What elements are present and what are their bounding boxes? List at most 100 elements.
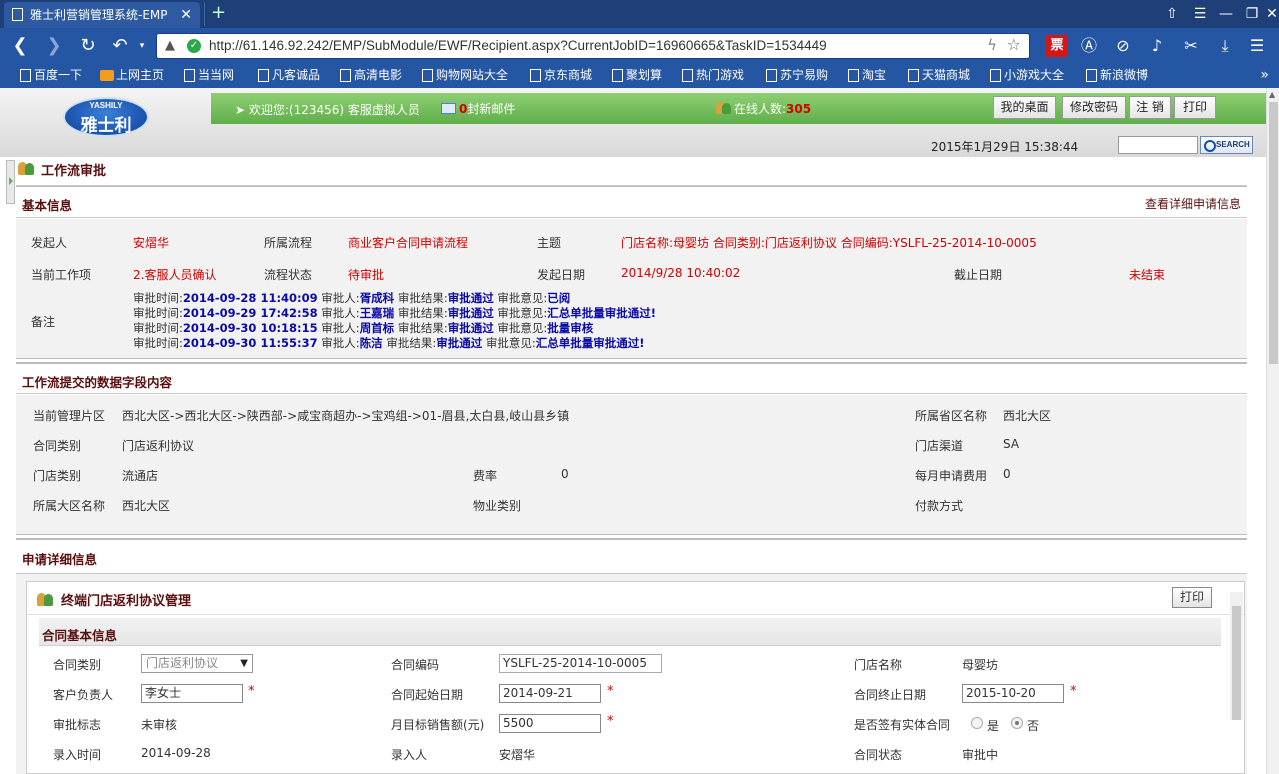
store-name-value: 母婴坊 (962, 658, 999, 672)
bookmark-item[interactable]: 高清电影 (338, 64, 402, 88)
bookmark-item[interactable]: 天猫商城 (906, 64, 970, 88)
bookmark-item[interactable]: 热门游戏 (680, 64, 744, 88)
page-scrollbar[interactable]: ▲ (1266, 88, 1279, 774)
required-marker: * (607, 714, 614, 729)
entry-by-value: 安熠华 (499, 748, 536, 762)
basic-info-panel: 发起人 安熠华 所属流程 商业客户合同申请流程 主题 门店名称:母婴坊 合同类别… (16, 219, 1247, 359)
initiator-value: 安熠华 (133, 236, 170, 250)
rate-value: 0 (561, 467, 569, 481)
url-text[interactable]: http://61.146.92.242/EMP/SubModule/EWF/R… (209, 34, 827, 58)
view-detail-link[interactable]: 查看详细申请信息 (1145, 195, 1241, 212)
rebate-agreement-panel: 终端门店返利协议管理 打印 合同基本信息 合同类别 门店返利协议 ▼ 合同编码 Y… (26, 581, 1245, 774)
browser-menu-icon[interactable]: ☰ (1246, 35, 1268, 57)
mail-icon (441, 103, 456, 114)
undo-icon[interactable]: ↶ (108, 34, 132, 58)
bookmark-item[interactable]: 当当网 (182, 64, 234, 88)
more-bookmarks-icon[interactable]: » (1260, 64, 1269, 86)
monthly-fee-value: 0 (1003, 467, 1011, 481)
bookmark-item[interactable]: 购物网站大全 (420, 64, 508, 88)
bookmark-item[interactable]: 上网主页 (100, 64, 164, 88)
required-marker: * (248, 684, 255, 699)
new-tab-button[interactable]: + (204, 2, 232, 26)
bookmark-item[interactable]: 京东商城 (528, 64, 592, 88)
panel-scrollbar[interactable] (1230, 592, 1243, 720)
arrow-icon: ➤ (235, 103, 249, 117)
app-header: YASHILY 雅士利 ➤ 欢迎您:(123456) 客服虚拟人员 0封新邮件 … (0, 88, 1266, 157)
adblock-icon[interactable]: Ⓐ (1078, 35, 1100, 57)
print-button[interactable]: 打印 (1174, 96, 1216, 119)
compass-icon[interactable]: ⊘ (1112, 35, 1134, 57)
close-window-icon[interactable]: ✕ (1258, 0, 1279, 28)
my-desktop-button[interactable]: 我的桌面 (993, 96, 1056, 119)
data-fields-panel: 当前管理片区 西北大区->西北大区->陕西部->咸宝商超办->宝鸡组->01-眉… (16, 395, 1247, 535)
search-input[interactable] (1118, 136, 1198, 154)
browser-tab-bar: 雅士利营销管理系统-EMP ✕ + ⇧ ☰ — ❐ ✕ (0, 0, 1279, 28)
minimize-icon[interactable]: — (1212, 0, 1240, 28)
store-type-value: 流通店 (122, 469, 159, 483)
remark-line: 审批时间:2014-09-30 10:18:15 审批人:周首标 审批结果:审批… (133, 321, 594, 335)
entry-time-value: 2014-09-28 (141, 746, 211, 760)
web-page: YASHILY 雅士利 ➤ 欢迎您:(123456) 客服虚拟人员 0封新邮件 … (0, 88, 1266, 774)
end-date-field[interactable]: 2015-10-20 (962, 684, 1064, 703)
rocket-icon: ▲ (165, 38, 175, 53)
secure-shield-icon: ✓ (187, 39, 201, 53)
owner-field[interactable]: 李女士 (141, 684, 243, 703)
required-marker: * (1070, 684, 1077, 699)
bookmark-item[interactable]: 小游戏大全 (988, 64, 1064, 88)
signed-yes-radio[interactable] (971, 717, 983, 729)
deadline-value: 未结束 (1129, 268, 1166, 282)
remark-line: 审批时间:2014-09-30 11:55:37 审批人:陈洁 审批结果:审批通… (133, 336, 645, 350)
scissors-icon[interactable]: ✂ (1180, 35, 1202, 57)
mail-link[interactable]: 0封新邮件 (441, 100, 515, 117)
sidebar-toggle[interactable] (6, 160, 15, 204)
audit-flag-value: 未审核 (141, 718, 178, 732)
chevron-down-icon[interactable]: ▾ (130, 34, 154, 58)
search-button[interactable]: SEARCH (1200, 136, 1253, 154)
chevron-down-icon: ▼ (240, 658, 248, 669)
remark-line: 审批时间:2014-09-29 17:42:58 审批人:王嘉瑞 审批结果:审批… (133, 306, 656, 320)
scroll-thumb[interactable] (1269, 102, 1278, 364)
browser-nav-bar: ❮ ❯ ↻ ↶ ▾ ▲ ✓ http://61.146.92.242/EMP/S… (0, 28, 1279, 64)
ticket-icon[interactable]: 票 (1046, 35, 1068, 57)
scroll-up-icon[interactable]: ▲ (1269, 90, 1275, 99)
bookmark-item[interactable]: 聚划算 (610, 64, 662, 88)
monthly-target-field[interactable]: 5500 (499, 714, 601, 733)
change-password-button[interactable]: 修改密码 (1062, 96, 1126, 119)
bookmark-item[interactable]: 苏宁易购 (764, 64, 828, 88)
page-icon (12, 8, 23, 21)
contract-basic-header: 合同基本信息 (39, 618, 1221, 646)
rebate-panel-header: 终端门店返利协议管理 打印 (27, 582, 1244, 615)
subject-value: 门店名称:母婴坊 合同类别:门店返利协议 合同编码:YSLFL-25-2014-… (621, 236, 1037, 250)
main-content: 工作流审批 基本信息 查看详细申请信息 发起人 安熠华 所属流程 商业客户合同申… (16, 157, 1247, 774)
bookmark-item[interactable]: 新浪微博 (1084, 64, 1148, 88)
back-icon[interactable]: ❮ (8, 34, 32, 58)
logout-button[interactable]: 注 销 (1129, 96, 1171, 119)
bookmark-star-icon[interactable]: ☆ (1007, 35, 1021, 54)
status-value: 待审批 (348, 268, 385, 282)
refresh-icon[interactable]: ↻ (76, 34, 100, 58)
speaker-icon[interactable]: ♪ (1146, 35, 1168, 57)
yashily-logo: YASHILY 雅士利 (63, 97, 149, 137)
contract-type-value: 门店返利协议 (122, 439, 195, 453)
channel-value: SA (1003, 437, 1020, 451)
panel-print-button[interactable]: 打印 (1172, 587, 1212, 608)
menu-icon[interactable]: ☰ (1186, 0, 1214, 28)
download-icon[interactable]: ⤓ (1214, 35, 1236, 57)
lightning-icon[interactable]: ϟ (987, 36, 997, 54)
skin-icon[interactable]: ⇧ (1158, 0, 1186, 28)
start-date-field[interactable]: 2014-09-21 (499, 684, 601, 703)
contract-state-value: 审批中 (962, 748, 999, 762)
browser-tab[interactable]: 雅士利营销管理系统-EMP ✕ (4, 2, 200, 28)
forward-icon[interactable]: ❯ (42, 34, 66, 58)
contract-type-select[interactable]: 门店返利协议 ▼ (141, 654, 253, 673)
users-icon (37, 592, 54, 606)
contract-code-field[interactable]: YSLFL-25-2014-10-0005 (499, 654, 662, 673)
bookmark-item[interactable]: 淘宝 (846, 64, 886, 88)
bookmark-item[interactable]: 百度一下 (18, 64, 82, 88)
start-date-value: 2014/9/28 10:40:02 (621, 266, 741, 280)
signed-no-radio[interactable] (1011, 717, 1023, 729)
hao-icon (100, 70, 114, 81)
close-tab-icon[interactable]: ✕ (180, 2, 192, 28)
bookmark-item[interactable]: 凡客诚品 (256, 64, 320, 88)
address-bar[interactable]: ▲ ✓ http://61.146.92.242/EMP/SubModule/E… (156, 33, 1030, 59)
